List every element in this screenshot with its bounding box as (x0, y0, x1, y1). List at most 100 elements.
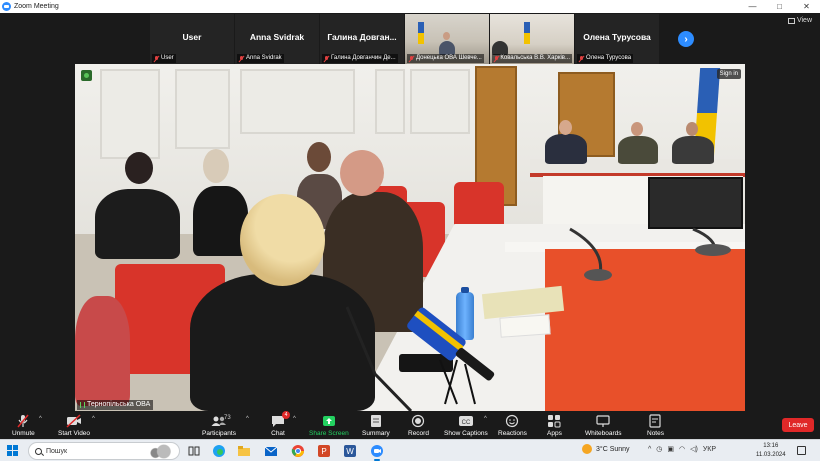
flag-image (524, 22, 530, 44)
record-label: Record (408, 430, 429, 437)
powerpoint-icon[interactable]: P (316, 443, 332, 459)
chat-options-caret-icon[interactable]: ^ (293, 416, 296, 422)
summary-button[interactable]: Summary (362, 414, 390, 437)
participant-video-tile[interactable]: Донецька ОВА Шевче... (405, 14, 489, 64)
zoom-taskbar-icon[interactable] (369, 443, 385, 461)
mic-muted-icon (494, 55, 499, 62)
encryption-shield-icon[interactable] (81, 70, 92, 81)
participant-display-name: Галина Довган... (327, 32, 397, 42)
captions-cc-icon: CC (458, 414, 474, 428)
participants-icon: 73 (211, 414, 231, 428)
taskbar-search-box[interactable]: Пошук (28, 442, 180, 460)
search-highlight-image (147, 444, 175, 459)
participant-label-text: Ковальська В.В. Харків... (500, 55, 570, 61)
mail-icon[interactable] (263, 443, 279, 459)
participant-label: Олена Турусова (577, 54, 634, 63)
participant-head (443, 32, 450, 40)
participant-tile[interactable]: Олена Турусова Олена Турусова (575, 14, 659, 64)
participant-label: Донецька ОВА Шевче... (407, 54, 484, 63)
view-button-label: View (796, 17, 812, 24)
participant-display-name: User (182, 32, 202, 42)
tray-volume-icon[interactable]: ◁) (690, 445, 698, 453)
weather-widget[interactable]: 3°C Sunny (582, 444, 630, 454)
participants-button[interactable]: 73 Participants (202, 414, 236, 437)
windows-start-icon[interactable] (7, 445, 18, 456)
apps-icon (547, 414, 561, 428)
participant-person (492, 41, 508, 55)
meeting-area: User User Anna Svidrak Anna Svidrak Гали… (0, 13, 820, 411)
reactions-label: Reactions (498, 430, 527, 437)
whiteboards-label: Whiteboards (585, 430, 622, 437)
gooseneck-mic-base (695, 244, 731, 256)
chat-icon: 4 (271, 411, 290, 428)
unmute-button[interactable]: Unmute (12, 414, 35, 437)
participant-label-text: Донецька ОВА Шевче... (416, 55, 482, 61)
next-page-arrow-icon[interactable]: › (678, 31, 694, 47)
system-tray: ^ ◷ ▣ ◠ ◁) УКР (648, 445, 716, 454)
participant-display-name: Олена Турусова (583, 32, 651, 42)
notification-center-icon[interactable] (797, 446, 806, 455)
participant-tile[interactable]: Галина Довган... Галина Довганчин Де... (320, 14, 404, 64)
notes-icon (649, 414, 662, 428)
apps-button[interactable]: Apps (547, 414, 562, 437)
reactions-smiley-icon (505, 414, 519, 428)
clock-date: 11.03.2024 (756, 452, 786, 458)
participant-label: Ковальська В.В. Харків... (492, 54, 572, 63)
apps-label: Apps (547, 430, 562, 437)
audio-options-caret-icon[interactable]: ^ (39, 416, 42, 422)
share-screen-button[interactable]: Share Screen (309, 414, 349, 437)
tray-wifi-icon[interactable]: ◠ (679, 445, 685, 453)
record-icon (411, 414, 425, 428)
grid-view-icon (787, 17, 795, 24)
notes-button[interactable]: Notes (647, 414, 664, 437)
edge-browser-icon[interactable] (211, 443, 227, 459)
active-speaker-video[interactable]: Sign in Тернопільська ОВА (75, 64, 745, 411)
zoom-logo-icon (2, 2, 11, 11)
tray-app-icon[interactable]: ◷ (656, 445, 662, 453)
task-view-icon[interactable] (186, 443, 202, 459)
file-explorer-icon[interactable] (236, 443, 252, 459)
close-button[interactable]: ✕ (793, 0, 820, 13)
participant-label-text: User (161, 55, 174, 61)
participant-tile[interactable]: Anna Svidrak Anna Svidrak (235, 14, 319, 64)
whiteboard-icon (596, 414, 610, 428)
mic-tripod (439, 359, 476, 405)
mic-muted-icon (324, 55, 329, 62)
mic-muted-icon (239, 55, 244, 62)
whiteboards-button[interactable]: Whiteboards (585, 414, 622, 437)
participants-options-caret-icon[interactable]: ^ (246, 416, 249, 422)
participant-label: User (152, 54, 176, 63)
word-icon[interactable]: W (342, 443, 358, 459)
chat-button[interactable]: 4 Chat (271, 411, 290, 437)
participant-tile[interactable]: User User (150, 14, 234, 64)
microphones-svg (345, 227, 731, 411)
maximize-button[interactable]: □ (766, 0, 793, 13)
participants-label: Participants (202, 430, 236, 437)
chrome-browser-icon[interactable] (290, 443, 306, 459)
video-options-caret-icon[interactable]: ^ (92, 416, 95, 422)
tray-network-icon[interactable]: ▣ (667, 445, 674, 453)
gooseneck-mic-stem (569, 227, 603, 275)
participant-thumbnail-strip: User User Anna Svidrak Anna Svidrak Гали… (150, 14, 659, 64)
reactions-button[interactable]: Reactions (498, 414, 527, 437)
mic-muted-icon (579, 55, 584, 62)
sign-in-button[interactable]: Sign in (716, 69, 741, 79)
audio-level-icon (80, 402, 85, 408)
leave-button[interactable]: Leave (782, 418, 814, 432)
minimize-button[interactable]: — (739, 0, 766, 13)
tray-chevron-up-icon[interactable]: ^ (648, 446, 651, 453)
tray-language-indicator[interactable]: УКР (703, 446, 716, 453)
captions-options-caret-icon[interactable]: ^ (484, 416, 487, 422)
participant-label: Галина Довганчин Де... (322, 54, 398, 63)
window-titlebar: Zoom Meeting — □ ✕ (0, 0, 820, 13)
participant-video-tile[interactable]: Ковальська В.В. Харків... (490, 14, 574, 64)
record-button[interactable]: Record (408, 414, 429, 437)
taskbar-clock[interactable]: 13:16 11.03.2024 (756, 442, 786, 460)
show-captions-button[interactable]: CC Show Captions (444, 414, 488, 437)
start-video-button[interactable]: Start Video (58, 414, 90, 437)
windows-taskbar: Пошук P W 3°C Sunny ^ ◷ ▣ ◠ ◁) УКР 13:16… (0, 439, 820, 461)
search-placeholder: Пошук (46, 447, 68, 455)
participant-label-text: Anna Svidrak (246, 55, 282, 61)
view-button[interactable]: View (787, 17, 812, 24)
chat-label: Chat (271, 430, 285, 437)
